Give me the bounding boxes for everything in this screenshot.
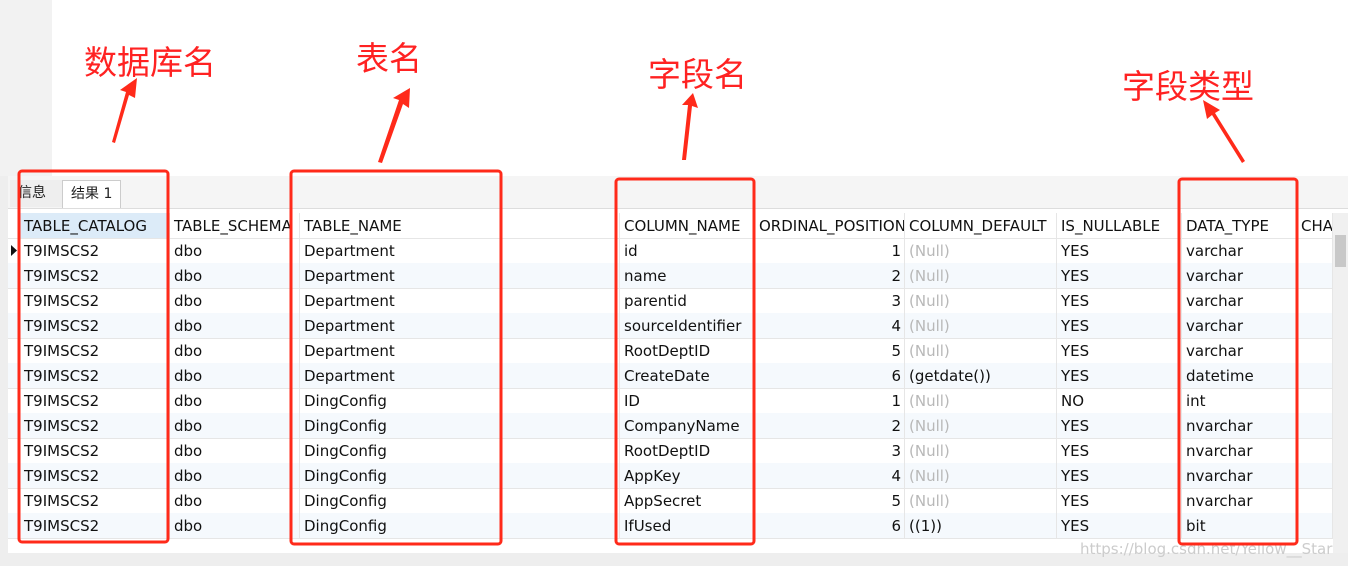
arrow-field	[682, 93, 698, 160]
field-name-box	[614, 177, 756, 546]
label-db-name: 数据库名	[84, 43, 216, 82]
arrow-table	[378, 88, 410, 163]
label-field-name: 字段名	[648, 55, 747, 94]
label-table-name: 表名	[356, 39, 422, 78]
arrow-type	[1203, 100, 1245, 163]
arrow-db	[112, 78, 137, 143]
table-name-box	[289, 169, 503, 546]
db-name-box	[17, 169, 170, 544]
field-type-box	[1177, 177, 1299, 546]
label-field-type: 字段类型	[1122, 67, 1254, 106]
